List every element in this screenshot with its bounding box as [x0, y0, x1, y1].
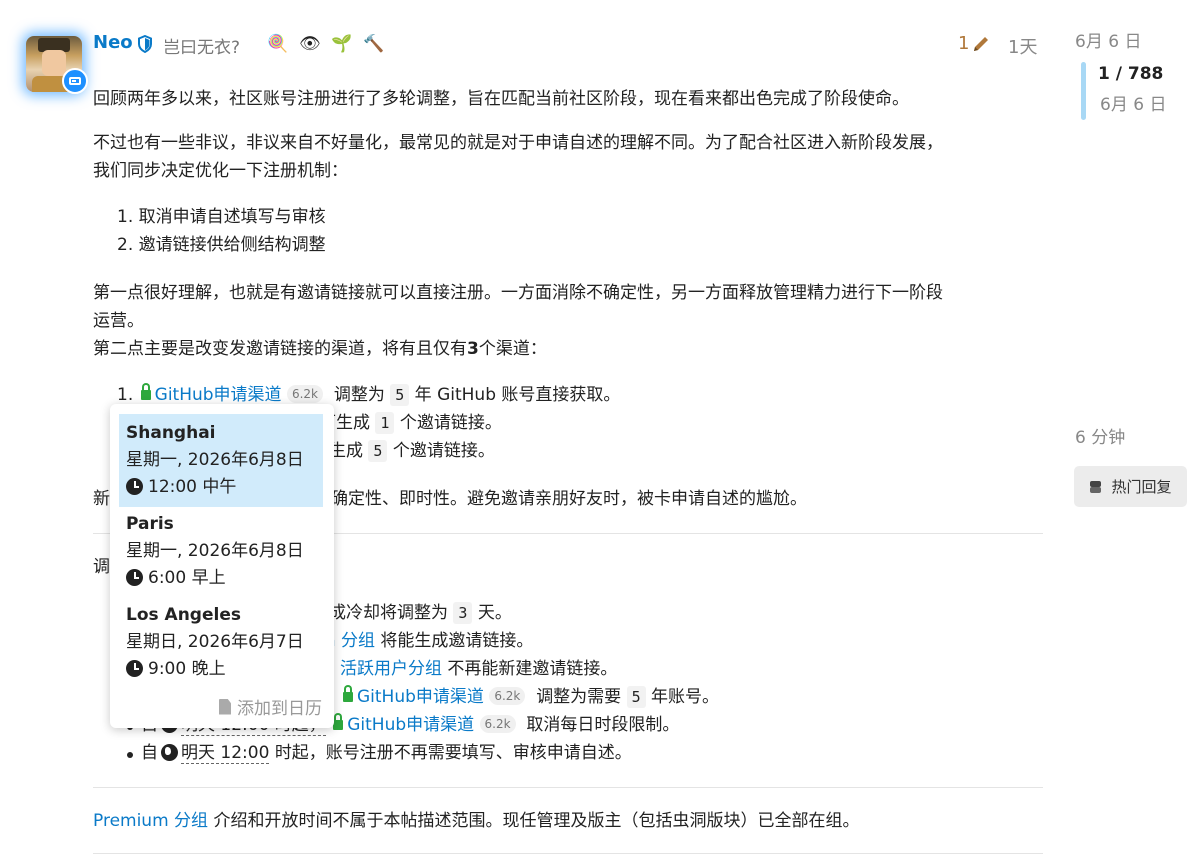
avatar-face	[42, 50, 66, 76]
pencil-icon	[974, 36, 989, 51]
timeline-scroll-handle[interactable]	[1081, 62, 1086, 120]
add-to-calendar-button[interactable]: 添加到日历	[219, 694, 322, 719]
edit-count: 1	[958, 33, 970, 54]
paragraph-5-rest: 确定性、即时性。避免邀请亲朋好友时，被卡申请自述的尴尬。	[331, 489, 807, 509]
active-users-group-link[interactable]: 活跃用户分组	[340, 659, 442, 679]
paragraph-7: Premium 分组 介绍和开放时间不属于本帖描述范围。现任管理及版主（包括虫洞…	[93, 811, 860, 831]
timezone-shanghai[interactable]: Shanghai 星期一, 2026年6月8日 12:00 中午	[119, 414, 323, 507]
timeline-position-date: 6月 6 日	[1100, 95, 1167, 115]
lock-icon	[343, 685, 353, 702]
timezone-los-angeles[interactable]: Los Angeles 星期日, 2026年6月7日 9:00 晚上	[119, 596, 323, 689]
bullet-2-rest: m 分组 将能生成邀请链接。	[319, 631, 534, 651]
bullet-4-rest: GitHub申请渠道 6.2k 调整为需要 5 年账号。	[341, 683, 719, 711]
paragraph-2-line-1: 不过也有一些非议，非议来自不好量化，最常见的就是对于申请自述的理解不同。为了配合…	[93, 133, 943, 153]
local-time-link[interactable]: 明天 12:00	[181, 743, 270, 764]
clock-icon	[126, 660, 143, 677]
timeline-start-date[interactable]: 6月 6 日	[1075, 27, 1141, 52]
lock-icon	[333, 713, 344, 730]
paragraph-6-start: 调	[93, 557, 110, 577]
username[interactable]: Neo	[93, 32, 133, 53]
moderator-shield-icon	[138, 35, 152, 53]
sprout-badge-icon[interactable]: 🌱	[331, 34, 352, 54]
clock-icon	[126, 569, 143, 586]
divider	[93, 787, 1043, 788]
channel-item-3: 生成 5 个邀请链接。	[329, 440, 495, 462]
lollipop-badge-icon[interactable]: 🍭	[267, 34, 288, 54]
hammer-badge-icon[interactable]: 🔨	[363, 34, 384, 54]
link-click-count: 6.2k	[286, 385, 324, 403]
file-icon	[219, 698, 231, 715]
github-channel-link[interactable]: GitHub申请渠道	[155, 385, 282, 405]
eye-badge-icon[interactable]: 👁	[299, 34, 321, 54]
timeline-position: 1 / 788	[1098, 64, 1164, 84]
link-click-count: 6.2k	[479, 715, 516, 733]
link-click-count: 6.2k	[489, 687, 526, 705]
post-age[interactable]: 1天	[1008, 33, 1037, 59]
globe-icon	[161, 744, 178, 761]
bullet-1-rest: 成冷却将调整为 3 天。	[329, 602, 512, 624]
hot-replies-button[interactable]: 热门回复	[1074, 466, 1187, 507]
paragraph-2-line-2: 我们同步决定优化一下注册机制：	[93, 161, 348, 181]
battery-badge-icon	[62, 68, 88, 94]
lock-icon	[140, 383, 151, 400]
timezone-paris[interactable]: Paris 星期一, 2026年6月8日 6:00 早上	[119, 505, 323, 598]
user-title: 岂曰无衣?	[163, 38, 241, 58]
clock-icon	[126, 478, 143, 495]
edit-history-button[interactable]: 1	[958, 33, 991, 54]
user-badges: 🍭 👁 🌱 🔨	[267, 34, 384, 54]
local-time-popup: Shanghai 星期一, 2026年6月8日 12:00 中午 Paris 星…	[110, 404, 334, 728]
divider	[93, 853, 1043, 854]
bullet-3-rest: 活跃用户分组 不再能新建邀请链接。	[340, 659, 618, 679]
paragraph-3-line-1: 第一点很好理解，也就是有邀请链接就可以直接注册。一方面消除不确定性，另一方面释放…	[93, 283, 943, 303]
github-channel-link[interactable]: GitHub申请渠道	[347, 715, 474, 735]
bullet-dot	[127, 752, 133, 758]
timeline-end-label[interactable]: 6 分钟	[1075, 423, 1125, 448]
bullet-6: 自明天 12:00 时起，账号注册不再需要填写、审核申请自述。	[141, 743, 632, 764]
list-item-2: 2. 邀请链接供给侧结构调整	[117, 235, 326, 255]
paragraph-1: 回顾两年多以来，社区账号注册进行了多轮调整，旨在匹配当前社区阶段，现在看来都出色…	[93, 89, 909, 109]
paragraph-5-start: 新	[93, 489, 110, 509]
github-channel-link[interactable]: GitHub申请渠道	[357, 687, 484, 707]
layers-icon	[1089, 480, 1103, 494]
channel-item-2: 可生成 1 个邀请链接。	[319, 412, 502, 434]
paragraph-3-line-2: 运营。	[93, 311, 144, 331]
paragraph-4: 第二点主要是改变发邀请链接的渠道，将有且仅有3个渠道：	[93, 339, 547, 359]
list-item-1: 1. 取消申请自述填写与审核	[117, 207, 326, 227]
premium-group-link[interactable]: Premium 分组	[93, 811, 208, 831]
